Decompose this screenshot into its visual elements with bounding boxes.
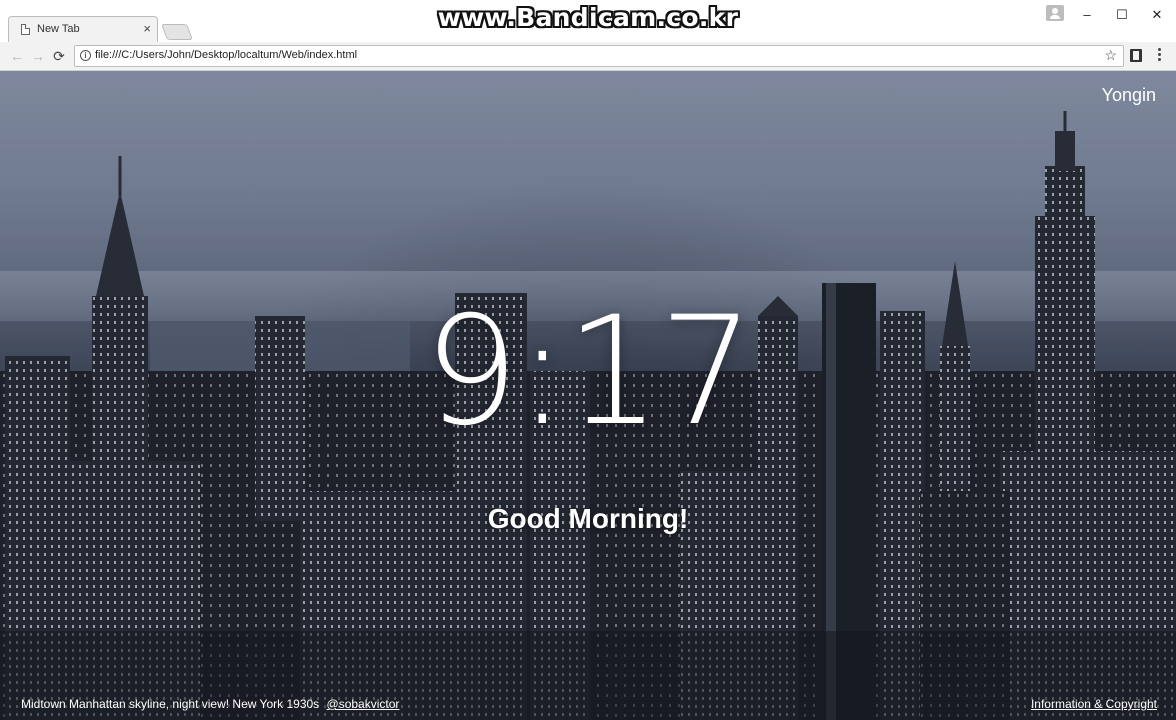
bookmark-star-icon[interactable]: ☆ xyxy=(1104,47,1117,64)
photo-caption: Midtown Manhattan skyline, night view! N… xyxy=(21,697,399,711)
recording-watermark: www.Bandicam.co.kr xyxy=(437,3,739,32)
forward-arrow-icon[interactable]: → xyxy=(29,47,47,65)
tab-strip: New Tab × www.Bandicam.co.kr – ☐ ✕ xyxy=(0,0,1176,42)
back-arrow-icon[interactable]: ← xyxy=(8,47,26,65)
reload-icon[interactable]: ⟳ xyxy=(50,47,68,65)
photo-caption-text: Midtown Manhattan skyline, night view! N… xyxy=(21,697,320,711)
browser-toolbar: ← → ⟳ i file:///C:/Users/John/Desktop/lo… xyxy=(0,42,1176,70)
extension-icon[interactable] xyxy=(1130,49,1142,62)
new-tab-page: Yongin 9:17 Good Morning! Midtown Manhat… xyxy=(0,71,1176,720)
address-bar[interactable]: i file:///C:/Users/John/Desktop/localtum… xyxy=(74,45,1124,67)
address-url[interactable]: file:///C:/Users/John/Desktop/localtum/W… xyxy=(95,49,357,61)
clock-time: 9:17 xyxy=(423,285,755,459)
location-label[interactable]: Yongin xyxy=(1102,85,1156,106)
greeting-text: Good Morning! xyxy=(487,503,689,534)
photo-credit-link[interactable]: @sobakvictor xyxy=(327,697,400,711)
close-window-button[interactable]: ✕ xyxy=(1142,5,1172,25)
profile-icon[interactable] xyxy=(1046,5,1064,21)
information-copyright-link[interactable]: Information & Copyright xyxy=(1031,697,1157,711)
browser-chrome: New Tab × www.Bandicam.co.kr – ☐ ✕ ← → ⟳… xyxy=(0,0,1176,71)
maximize-button[interactable]: ☐ xyxy=(1107,5,1137,25)
browser-menu-icon[interactable] xyxy=(1156,48,1162,64)
minimize-button[interactable]: – xyxy=(1072,5,1102,25)
info-icon[interactable]: i xyxy=(80,50,91,61)
